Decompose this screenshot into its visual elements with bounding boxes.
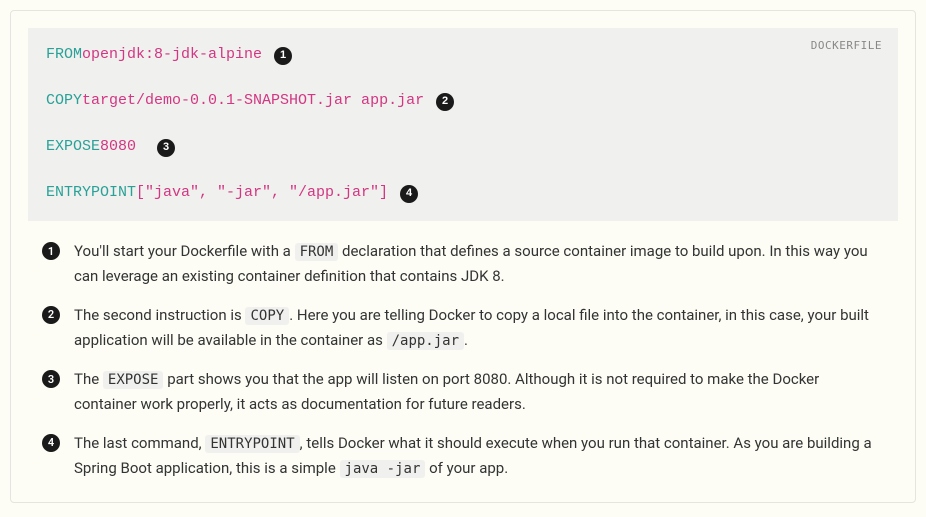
explanation-item: 1 You'll start your Dockerfile with a FRO… xyxy=(42,239,884,289)
explanation-text: The second instruction is COPY. Here you… xyxy=(74,303,884,353)
inline-code: /app.jar xyxy=(387,332,464,350)
explanation-item: 4 The last command, ENTRYPOINT, tells Doc… xyxy=(42,431,884,481)
code-args: target/demo-0.0.1-SNAPSHOT.jar app.jar xyxy=(82,90,424,113)
callout-badge: 3 xyxy=(42,370,60,388)
callout-badge: 2 xyxy=(436,93,454,111)
inline-code: java -jar xyxy=(340,460,426,478)
code-args: 8080 xyxy=(100,136,145,159)
code-line: FROM openjdk:8-jdk-alpine 1 xyxy=(46,44,880,67)
code-keyword: ENTRYPOINT xyxy=(46,182,136,205)
document-container: DOCKERFILE FROM openjdk:8-jdk-alpine 1 COP… xyxy=(10,10,916,503)
code-lines: FROM openjdk:8-jdk-alpine 1 COPY target/de… xyxy=(46,44,880,205)
explanation-list: 1 You'll start your Dockerfile with a FRO… xyxy=(28,221,898,485)
code-line: COPY target/demo-0.0.1-SNAPSHOT.jar app.… xyxy=(46,90,880,113)
code-line: ENTRYPOINT ["java", "-jar", "/app.jar"] 4 xyxy=(46,182,880,205)
explanation-text: You'll start your Dockerfile with a FROM… xyxy=(74,239,884,289)
code-keyword: FROM xyxy=(46,44,82,67)
callout-badge: 4 xyxy=(42,434,60,452)
callout-badge: 3 xyxy=(157,139,175,157)
code-args: ["java", "-jar", "/app.jar"] xyxy=(136,182,388,205)
inline-code: COPY xyxy=(245,307,289,325)
code-blank-line xyxy=(46,113,880,136)
inline-code: FROM xyxy=(295,243,339,261)
inline-code: EXPOSE xyxy=(103,371,164,389)
callout-badge: 4 xyxy=(400,185,418,203)
code-blank-line xyxy=(46,159,880,182)
explanation-text: The last command, ENTRYPOINT, tells Dock… xyxy=(74,431,884,481)
inline-code: ENTRYPOINT xyxy=(205,435,299,453)
callout-badge: 1 xyxy=(42,242,60,260)
code-line: EXPOSE 8080 3 xyxy=(46,136,880,159)
code-keyword: COPY xyxy=(46,90,82,113)
explanation-item: 2 The second instruction is COPY. Here yo… xyxy=(42,303,884,353)
language-label: DOCKERFILE xyxy=(811,38,882,55)
callout-badge: 1 xyxy=(274,47,292,65)
explanation-item: 3 The EXPOSE part shows you that the app … xyxy=(42,367,884,417)
explanation-text: The EXPOSE part shows you that the app w… xyxy=(74,367,884,417)
code-args: openjdk:8-jdk-alpine xyxy=(82,44,262,67)
callout-badge: 2 xyxy=(42,306,60,324)
code-keyword: EXPOSE xyxy=(46,136,100,159)
dockerfile-code-block: DOCKERFILE FROM openjdk:8-jdk-alpine 1 COP… xyxy=(28,28,898,221)
code-blank-line xyxy=(46,67,880,90)
